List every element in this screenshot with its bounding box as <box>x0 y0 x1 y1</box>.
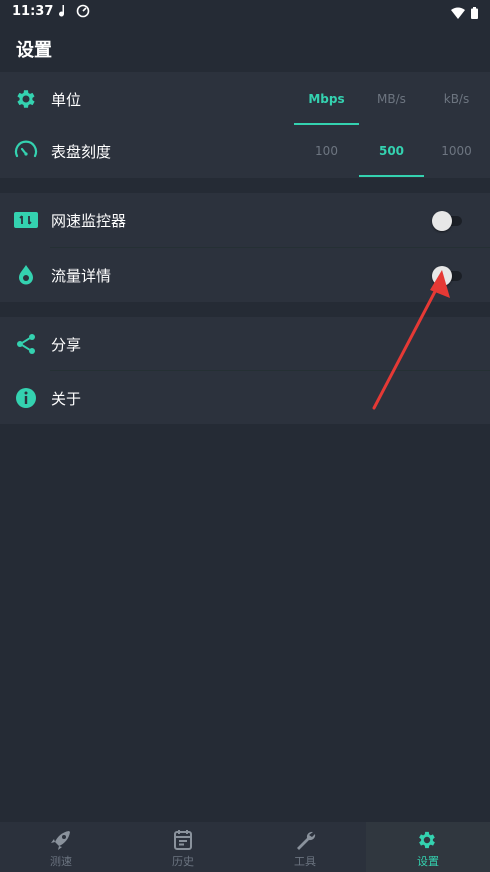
wifi-icon <box>451 4 465 23</box>
nav-item-history[interactable]: 历史 <box>122 822 244 872</box>
page-title: 设置 <box>16 40 52 61</box>
unit-row: 单位 Mbps MB/s kB/s <box>0 72 490 126</box>
nav-item-settings[interactable]: 设置 <box>366 822 490 872</box>
dial-option-100-label: 100 <box>315 144 338 158</box>
share-icon <box>14 332 38 356</box>
nav-label-speed-test: 测速 <box>50 855 72 868</box>
about-label: 关于 <box>51 390 82 408</box>
nav-item-speed-test[interactable]: 测速 <box>0 822 122 872</box>
battery-icon <box>471 4 478 23</box>
dial-option-1000-label: 1000 <box>441 144 472 158</box>
nav-item-tools[interactable]: 工具 <box>244 822 366 872</box>
nav-label-history: 历史 <box>172 855 194 868</box>
unit-option-mbps[interactable]: Mbps <box>294 72 359 126</box>
unit-label: 单位 <box>51 91 82 109</box>
speed-monitor-label: 网速监控器 <box>51 212 127 230</box>
unit-option-mbs-label: MB/s <box>377 92 406 106</box>
annotation-arrow <box>372 270 450 410</box>
monitor-icon <box>14 208 38 232</box>
music-note-icon <box>58 3 68 22</box>
dial-option-500[interactable]: 500 <box>359 124 424 178</box>
status-right-icons <box>451 4 478 23</box>
dial-label: 表盘刻度 <box>51 143 112 161</box>
unit-option-mbs[interactable]: MB/s <box>359 72 424 126</box>
unit-option-kbs-label: kB/s <box>443 92 470 106</box>
unit-option-kbs[interactable]: kB/s <box>424 72 489 126</box>
speed-monitor-row[interactable]: 网速监控器 <box>0 193 490 247</box>
speedometer-status-icon <box>76 3 90 22</box>
dial-option-100[interactable]: 100 <box>294 124 359 178</box>
dial-row: 表盘刻度 100 500 1000 <box>0 124 490 178</box>
units-card: 单位 Mbps MB/s kB/s 表盘刻度 100 500 1000 <box>0 72 490 178</box>
wrench-icon <box>293 829 317 851</box>
speedometer-icon <box>14 139 38 163</box>
status-time: 11:37 <box>12 4 54 19</box>
nav-label-tools: 工具 <box>294 855 316 868</box>
gear-icon <box>14 87 38 111</box>
share-label: 分享 <box>51 336 82 354</box>
speed-monitor-toggle-knob <box>432 211 452 231</box>
gear-icon <box>415 829 439 851</box>
bottom-nav: 测速 历史 工具 设置 <box>0 822 490 872</box>
info-icon <box>14 386 38 410</box>
unit-option-mbps-label: Mbps <box>308 92 345 106</box>
water-drop-icon <box>14 263 38 287</box>
dial-option-1000[interactable]: 1000 <box>424 124 489 178</box>
status-left-icons <box>58 3 90 22</box>
status-bar: 11:37 <box>0 0 490 24</box>
traffic-details-label: 流量详情 <box>51 267 112 285</box>
nav-label-settings: 设置 <box>417 855 439 868</box>
speed-monitor-toggle[interactable] <box>432 211 462 231</box>
calendar-icon <box>171 829 195 851</box>
rocket-icon <box>49 829 73 851</box>
dial-option-500-label: 500 <box>378 144 405 158</box>
